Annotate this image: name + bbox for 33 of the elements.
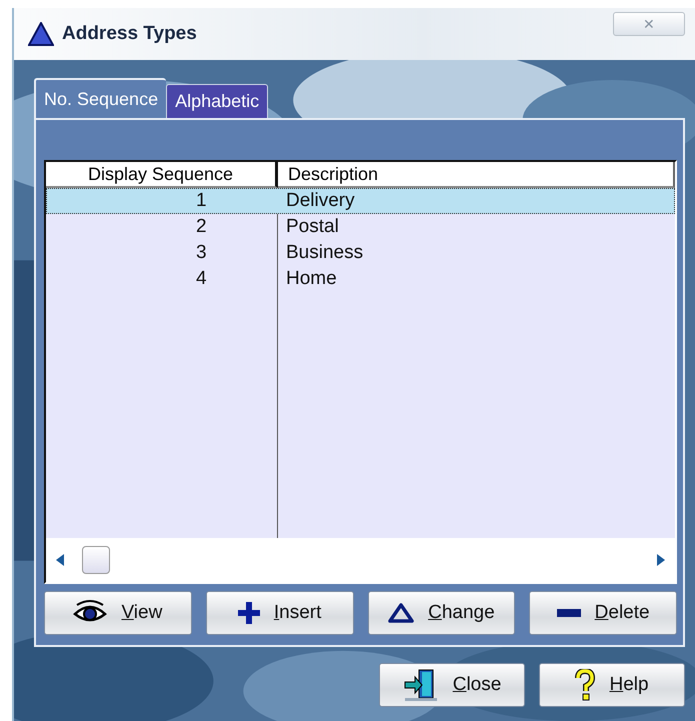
window-title: Address Types <box>62 23 198 45</box>
table-row[interactable]: 2 Postal <box>46 214 675 240</box>
table-row[interactable]: 3 Business <box>46 240 675 266</box>
scroll-thumb[interactable] <box>82 546 110 574</box>
column-header[interactable]: Display Sequence <box>46 162 278 188</box>
table-cell-text: 2 <box>195 216 208 238</box>
insert-button[interactable]: Insert <box>206 591 354 635</box>
table-cell-text: Postal <box>285 216 339 238</box>
table-cell-text: Delivery <box>285 190 355 212</box>
help-button[interactable]: Help <box>539 663 685 707</box>
table-cell-text: Home <box>285 268 337 290</box>
minus-icon <box>556 609 581 617</box>
table-row[interactable]: 1 Delivery <box>46 188 675 214</box>
table-cell-text: 4 <box>195 268 208 290</box>
plus-icon <box>238 602 260 624</box>
scroll-right-icon[interactable] <box>657 554 665 566</box>
view-button[interactable]: View <box>44 591 192 635</box>
question-mark-icon <box>575 669 596 701</box>
door-exit-icon <box>402 668 439 702</box>
delete-button[interactable]: Delete <box>529 591 677 635</box>
close-button[interactable]: Close <box>379 663 525 707</box>
tab[interactable]: No. Sequence <box>34 78 166 118</box>
tab[interactable]: Alphabetic <box>166 84 268 118</box>
table-cell-text: 3 <box>195 242 208 264</box>
triangle-icon <box>388 603 414 623</box>
scroll-left-icon[interactable] <box>56 554 64 566</box>
column-header[interactable]: Description <box>278 162 675 188</box>
triangle-icon <box>28 22 54 46</box>
horizontal-scrollbar[interactable] <box>46 538 675 582</box>
table-cell-text: 1 <box>195 190 208 212</box>
table-row[interactable]: 4 Home <box>46 266 675 292</box>
change-button[interactable]: Change <box>368 591 516 635</box>
table-cell-text: Business <box>285 242 364 264</box>
